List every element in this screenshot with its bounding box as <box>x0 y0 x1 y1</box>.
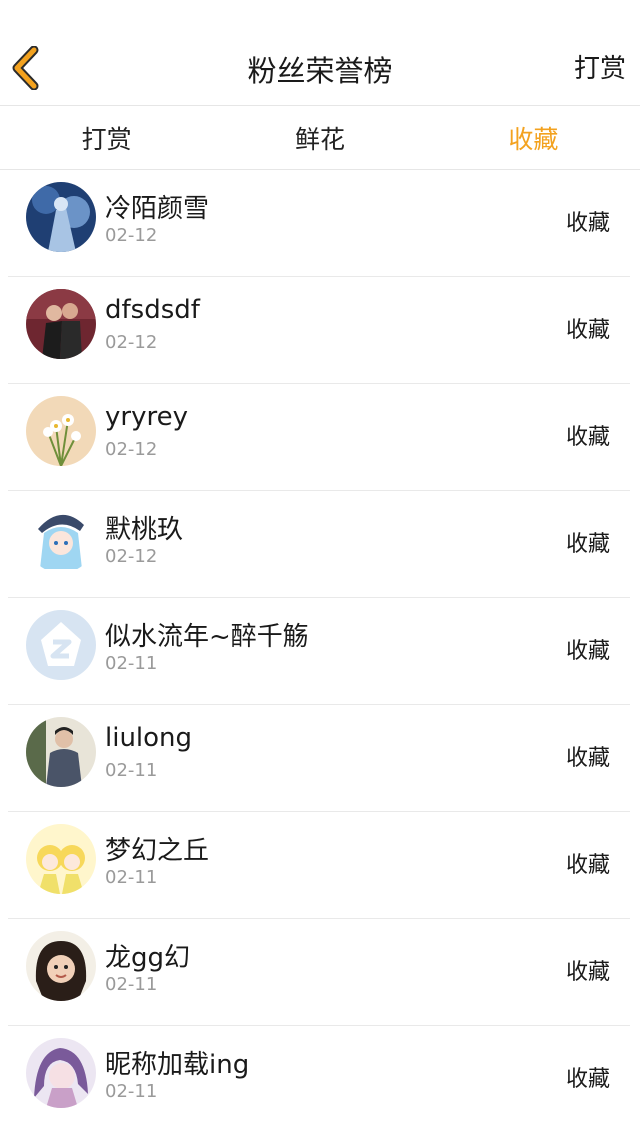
reward-button[interactable]: 打赏 <box>574 48 626 85</box>
fan-date: 02-12 <box>105 439 158 460</box>
tab-bar: 打赏 鲜花 收藏 <box>0 106 640 170</box>
fan-list: 冷陌颜雪 02-12 收藏 dfsdsdf 02-12 收藏 yryrey 02… <box>0 170 640 1133</box>
fan-date: 02-11 <box>105 653 158 674</box>
avatar <box>26 503 96 573</box>
fan-date: 02-11 <box>105 867 158 888</box>
action-label: 收藏 <box>565 1067 610 1092</box>
fan-date: 02-11 <box>105 760 158 781</box>
fan-name: 昵称加载ing <box>105 1050 250 1080</box>
fan-date: 02-12 <box>105 332 158 353</box>
fan-name: yryrey <box>105 402 188 432</box>
list-item[interactable]: 梦幻之丘 02-11 收藏 <box>8 812 630 919</box>
page-title: 粉丝荣誉榜 <box>247 54 393 88</box>
fan-date: 02-11 <box>105 1081 158 1102</box>
list-item[interactable]: 似水流年~醉千觞 02-11 收藏 <box>8 598 630 705</box>
list-item[interactable]: 默桃玖 02-12 收藏 <box>8 491 630 598</box>
list-item[interactable]: liulong 02-11 收藏 <box>8 705 630 812</box>
avatar <box>26 931 96 1001</box>
action-label: 收藏 <box>565 532 610 557</box>
tab-reward[interactable]: 打赏 <box>0 106 213 169</box>
tab-favorites[interactable]: 收藏 <box>427 106 640 169</box>
fan-name: 默桃玖 <box>105 515 184 545</box>
fan-name: 龙gg幻 <box>105 943 191 973</box>
action-label: 收藏 <box>565 211 610 236</box>
action-label: 收藏 <box>565 318 610 343</box>
avatar <box>26 717 96 787</box>
tab-flowers[interactable]: 鲜花 <box>213 106 426 169</box>
fan-name: 梦幻之丘 <box>105 836 210 866</box>
fan-date: 02-12 <box>105 546 158 567</box>
fan-name: 似水流年~醉千觞 <box>105 622 309 652</box>
action-label: 收藏 <box>565 853 610 878</box>
action-label: 收藏 <box>565 746 610 771</box>
list-item[interactable]: dfsdsdf 02-12 收藏 <box>8 277 630 384</box>
list-item[interactable]: 冷陌颜雪 02-12 收藏 <box>8 170 630 277</box>
fan-name: dfsdsdf <box>105 295 200 325</box>
action-label: 收藏 <box>565 425 610 450</box>
default-avatar-icon <box>26 610 96 680</box>
avatar <box>26 1038 96 1108</box>
navigation-bar: 粉丝荣誉榜 打赏 <box>0 0 640 106</box>
fan-name: liulong <box>105 723 193 753</box>
avatar <box>26 396 96 466</box>
avatar <box>26 824 96 894</box>
fan-date: 02-12 <box>105 225 158 246</box>
chevron-left-icon <box>12 46 39 90</box>
list-item[interactable]: 龙gg幻 02-11 收藏 <box>8 919 630 1026</box>
fan-name: 冷陌颜雪 <box>105 194 210 224</box>
action-label: 收藏 <box>565 639 610 664</box>
back-button[interactable] <box>6 44 46 92</box>
fan-date: 02-11 <box>105 974 158 995</box>
list-item[interactable]: 昵称加载ing 02-11 收藏 <box>8 1026 630 1133</box>
action-label: 收藏 <box>565 960 610 985</box>
avatar <box>26 610 96 680</box>
avatar <box>26 289 96 359</box>
list-item[interactable]: yryrey 02-12 收藏 <box>8 384 630 491</box>
avatar <box>26 182 96 252</box>
